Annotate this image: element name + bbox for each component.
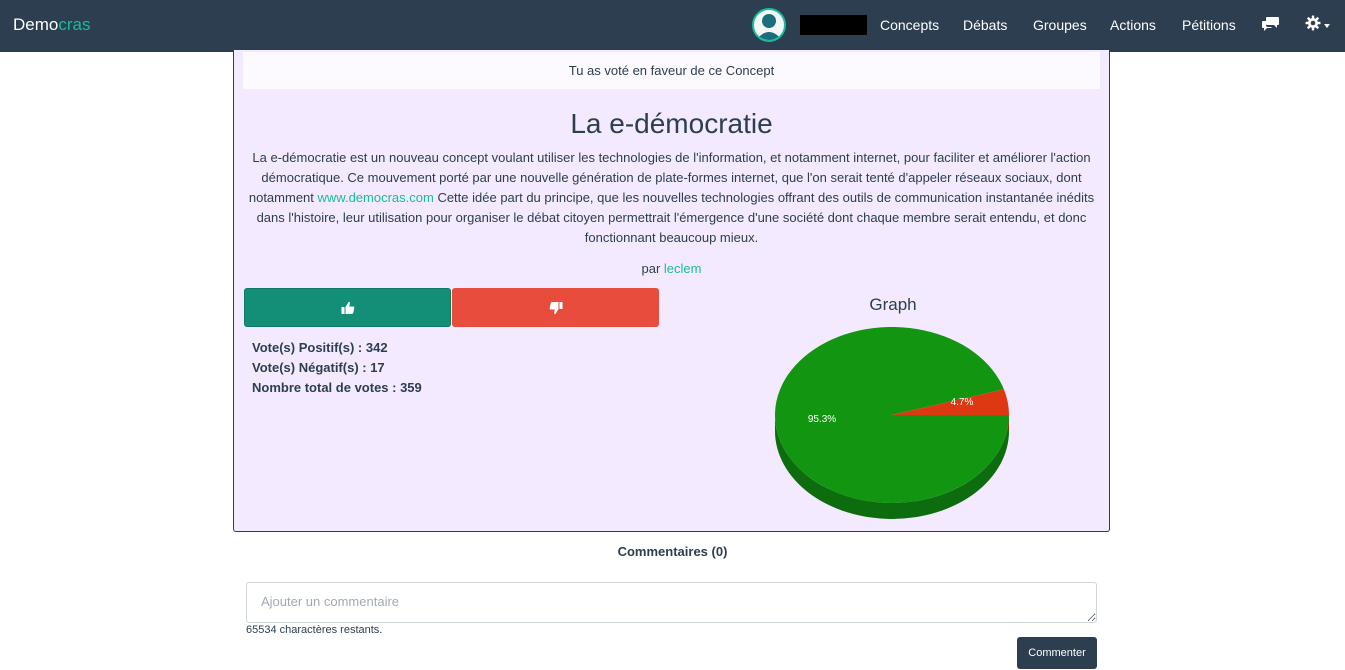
submit-comment-button[interactable]: Commenter	[1017, 637, 1097, 669]
nav-concepts[interactable]: Concepts	[880, 17, 939, 33]
vote-pie-chart: 95.3% 4.7%	[774, 325, 1014, 528]
democras-link[interactable]: www.democras.com	[318, 190, 434, 205]
comment-input[interactable]	[246, 582, 1097, 623]
nav-petitions[interactable]: Pétitions	[1182, 17, 1236, 33]
chevron-down-icon[interactable]	[1324, 24, 1330, 28]
concept-title: La e-démocratie	[570, 108, 773, 139]
comments-title: Commentaires (0)	[617, 544, 728, 559]
concept-description: La e-démocratie est un nouveau concept v…	[242, 148, 1101, 248]
user-silhouette-icon	[756, 14, 782, 40]
voted-notice: Tu as voté en faveur de ce Concept	[243, 52, 1100, 89]
graph-title: Graph	[869, 295, 917, 314]
positive-votes: Vote(s) Positif(s) : 342	[252, 340, 388, 355]
total-votes: Nombre total de votes : 359	[252, 380, 422, 395]
avatar[interactable]	[752, 8, 786, 42]
nav-debats[interactable]: Débats	[963, 17, 1007, 33]
concept-panel: Tu as voté en faveur de ce Concept La e-…	[233, 50, 1110, 532]
brand-main: Demo	[13, 15, 59, 34]
gear-icon[interactable]	[1305, 15, 1321, 34]
negative-votes: Vote(s) Négatif(s) : 17	[252, 360, 385, 375]
author-prefix: par	[641, 261, 661, 276]
pie-label-negative: 4.7%	[951, 397, 974, 408]
navbar: Democras Concepts Débats Groupes Actions…	[0, 0, 1345, 52]
brand-accent: cras	[58, 15, 91, 34]
pie-label-positive: 95.3%	[808, 414, 836, 425]
brand-logo[interactable]: Democras	[13, 15, 90, 35]
vote-stats: Vote(s) Positif(s) : 342 Vote(s) Négatif…	[252, 338, 422, 398]
author-line: par leclem	[234, 261, 1109, 276]
nav-groupes[interactable]: Groupes	[1033, 17, 1087, 33]
thumbs-up-icon	[341, 301, 354, 314]
username-redacted[interactable]	[800, 15, 867, 35]
downvote-button[interactable]	[452, 288, 659, 327]
chars-remaining: 65534 charactères restants.	[246, 624, 383, 636]
chat-bubbles-icon[interactable]	[1262, 14, 1280, 35]
thumbs-down-icon	[549, 301, 562, 314]
author-link[interactable]: leclem	[664, 261, 702, 276]
upvote-button[interactable]	[244, 288, 451, 327]
nav-actions[interactable]: Actions	[1110, 17, 1156, 33]
